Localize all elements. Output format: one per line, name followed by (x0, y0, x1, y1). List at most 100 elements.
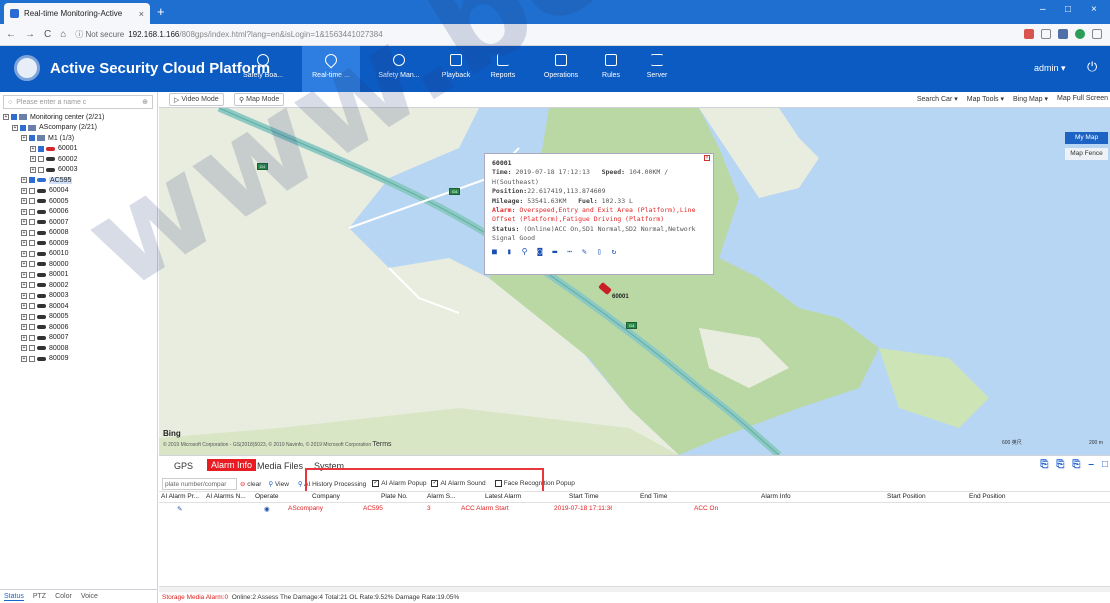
col-end-position[interactable]: End Position (969, 493, 1006, 500)
window-close-icon[interactable]: × (1091, 4, 1097, 15)
tree-checkbox[interactable] (29, 135, 35, 142)
tree-node[interactable]: + M1 (1/3) (3, 133, 156, 144)
expand-toggle-icon[interactable]: + (21, 229, 27, 236)
terms-link[interactable]: Terms (373, 441, 392, 448)
nav-safety-board[interactable]: Safety Boa... (234, 46, 292, 92)
video-icon[interactable]: ■ (492, 247, 497, 256)
col-start-position[interactable]: Start Position (887, 493, 926, 500)
tree-checkbox[interactable] (20, 124, 26, 131)
tree-checkbox[interactable] (29, 292, 35, 299)
expand-toggle-icon[interactable]: + (21, 355, 27, 362)
map-mode-button[interactable]: ⚲ Map Mode (234, 93, 285, 106)
tree-checkbox[interactable] (38, 156, 44, 163)
tree-node[interactable]: +80000 (3, 259, 156, 270)
expand-toggle-icon[interactable]: + (21, 334, 27, 341)
clear-button[interactable]: ⊖ clear (240, 480, 261, 488)
camera-icon[interactable]: ◙ (538, 247, 543, 256)
profile-icon[interactable] (1075, 29, 1085, 39)
tree-node[interactable]: +60007 (3, 217, 156, 228)
new-tab-button[interactable]: + (157, 4, 165, 19)
map-view[interactable]: G4 G4 G4 60001 My Map Map Fence Bing © 2… (159, 108, 1110, 455)
tree-node[interactable]: +60008 (3, 228, 156, 239)
col-ai-alarms-number[interactable]: AI Alarms N... (206, 493, 246, 500)
back-icon[interactable]: ← (6, 29, 16, 40)
tab-close-icon[interactable]: × (139, 9, 144, 19)
plate-search-input[interactable]: plate number/compar (162, 477, 237, 490)
tree-node[interactable]: +80008 (3, 343, 156, 354)
tree-checkbox[interactable] (29, 355, 35, 362)
search-input[interactable]: ○ Please enter a name c ⊕ (3, 95, 153, 109)
tab-color[interactable]: Color (55, 593, 72, 600)
expand-toggle-icon[interactable]: + (21, 261, 27, 268)
extension-icon[interactable] (1058, 29, 1068, 39)
expand-toggle-icon[interactable]: + (30, 145, 36, 152)
edit-pencil-icon[interactable]: ✎ (177, 505, 182, 513)
tree-checkbox[interactable] (29, 324, 35, 331)
tree-checkbox[interactable] (29, 271, 35, 278)
phone-icon[interactable]: ▮ (507, 247, 512, 256)
tree-checkbox[interactable] (29, 261, 35, 268)
expand-toggle-icon[interactable]: + (21, 250, 27, 257)
tree-checkbox[interactable] (38, 166, 44, 173)
url-field[interactable]: 192.168.1.166/808gps/index.html?lang=en&… (128, 30, 382, 39)
col-alarm-info[interactable]: Alarm Info (761, 493, 791, 500)
tree-node[interactable]: +80004 (3, 301, 156, 312)
playback-icon[interactable]: ↻ (612, 247, 617, 256)
minimize-panel-icon[interactable]: – (1088, 459, 1094, 470)
expand-toggle-icon[interactable]: + (30, 166, 36, 173)
map-fence-button[interactable]: Map Fence (1065, 148, 1108, 160)
map-tools-dropdown[interactable]: Map Tools ▾ (967, 95, 1004, 103)
map-full-screen-button[interactable]: Map Full Screen (1057, 95, 1108, 103)
popup-close-icon[interactable]: × (704, 155, 710, 161)
bing-map-dropdown[interactable]: Bing Map ▾ (1013, 95, 1048, 103)
reload-icon[interactable]: C (44, 29, 51, 40)
tree-checkbox[interactable] (29, 198, 35, 205)
tree-node[interactable]: +60005 (3, 196, 156, 207)
col-company[interactable]: Company (312, 493, 340, 500)
expand-toggle-icon[interactable]: + (21, 240, 27, 247)
nav-reports[interactable]: Reports (474, 46, 532, 92)
nav-safety-management[interactable]: Safety Man... (370, 46, 428, 92)
expand-toggle-icon[interactable]: + (12, 124, 18, 131)
user-menu[interactable]: admin ▾ (1034, 63, 1066, 74)
expand-toggle-icon[interactable]: + (21, 271, 27, 278)
tree-checkbox[interactable] (29, 208, 35, 215)
video-mode-button[interactable]: ▷ Video Mode (169, 93, 224, 106)
tree-checkbox[interactable] (11, 114, 17, 121)
tab-media-files[interactable]: Media Files (257, 461, 303, 471)
document-icon[interactable]: ▯ (597, 247, 602, 256)
tree-node[interactable]: +80002 (3, 280, 156, 291)
search-car-dropdown[interactable]: Search Car ▾ (917, 95, 958, 103)
home-icon[interactable]: ⌂ (60, 29, 66, 40)
power-icon[interactable]: ⏻ (1087, 59, 1097, 75)
tab-voice[interactable]: Voice (81, 593, 98, 600)
col-operate[interactable]: Operate (255, 493, 279, 500)
col-plate-no[interactable]: Plate No. (381, 493, 408, 500)
tree-node[interactable]: + Monitoring center (2/21) (3, 112, 156, 123)
tree-node[interactable]: +60002 (3, 154, 156, 165)
tree-checkbox[interactable] (29, 250, 35, 257)
expand-toggle-icon[interactable]: + (21, 313, 27, 320)
nav-server[interactable]: Server (628, 46, 686, 92)
tree-node[interactable]: +60009 (3, 238, 156, 249)
expand-toggle-icon[interactable]: + (21, 282, 27, 289)
tree-node[interactable]: +80006 (3, 322, 156, 333)
not-secure-label[interactable]: ⓘ Not secure (75, 29, 124, 40)
expand-toggle-icon[interactable]: + (21, 345, 27, 352)
tab-gps[interactable]: GPS (174, 461, 193, 471)
tree-checkbox[interactable] (29, 240, 35, 247)
maximize-icon[interactable]: □ (1065, 4, 1071, 15)
tree-node[interactable]: +60010 (3, 249, 156, 260)
view-eye-icon[interactable]: ◉ (264, 505, 270, 513)
view-button[interactable]: ⚲ View (268, 480, 289, 488)
expand-toggle-icon[interactable]: + (21, 208, 27, 215)
tab-alarm-info[interactable]: Alarm Info (207, 459, 257, 471)
nav-realtime[interactable]: Real-time ... (302, 46, 360, 92)
translate-icon[interactable] (1024, 29, 1034, 39)
tree-node[interactable]: +80003 (3, 291, 156, 302)
storage-media-alarm[interactable]: Storage Media Alarm:0 (162, 594, 228, 601)
expand-toggle-icon[interactable]: + (21, 135, 27, 142)
expand-toggle-icon[interactable]: + (21, 177, 27, 184)
tree-node[interactable]: +80005 (3, 312, 156, 323)
settings-icon[interactable]: ✎ (582, 247, 587, 256)
